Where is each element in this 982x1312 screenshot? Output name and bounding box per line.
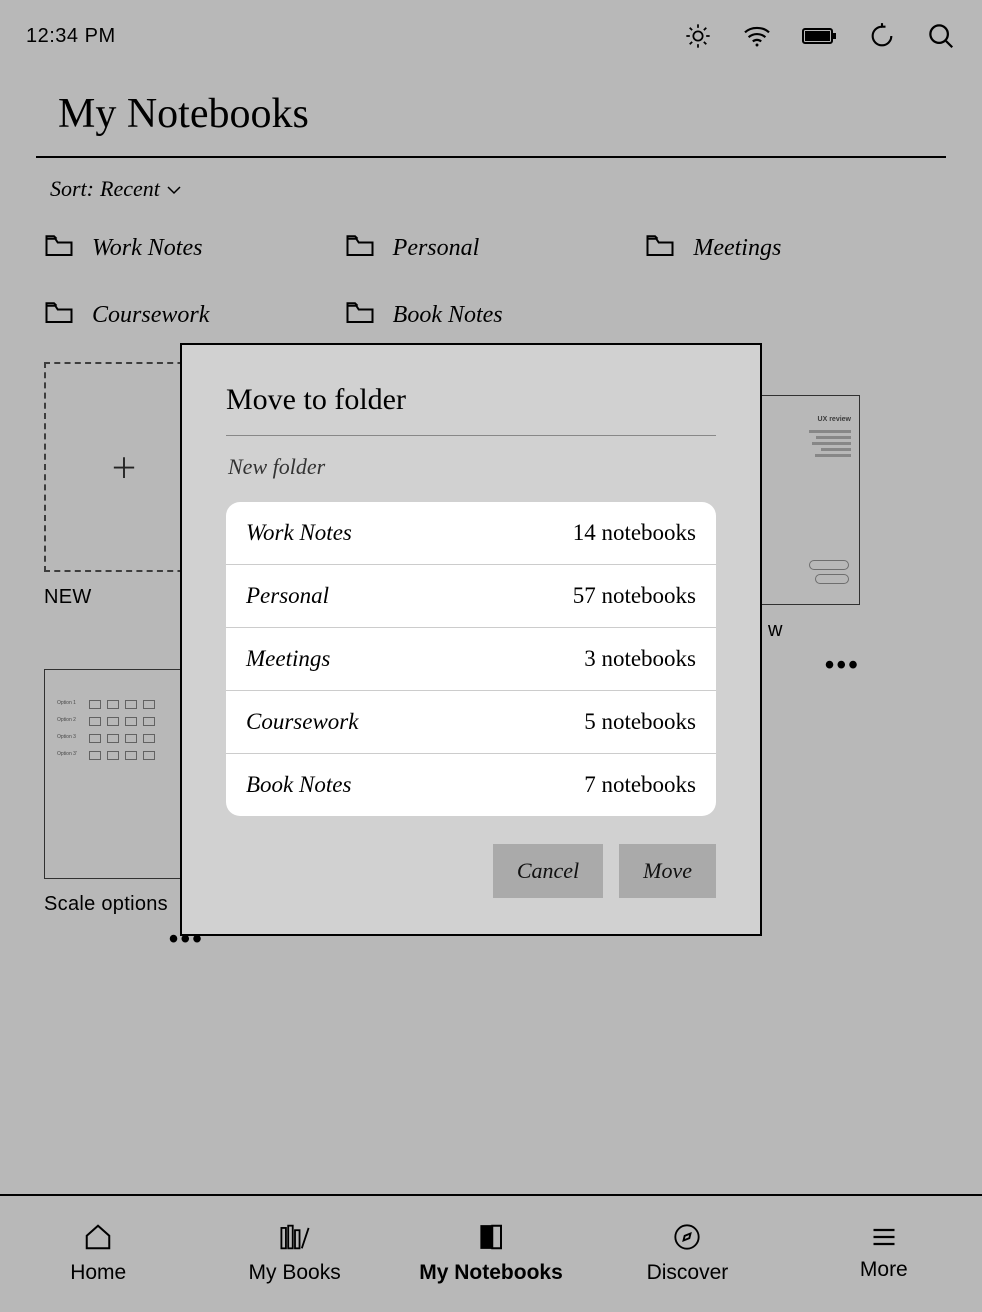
new-folder-button[interactable]: New folder bbox=[226, 454, 716, 480]
folder-option-count: 7 notebooks bbox=[584, 772, 696, 798]
folder-option-work-notes[interactable]: Work Notes 14 notebooks bbox=[226, 502, 716, 564]
folder-option-count: 57 notebooks bbox=[573, 583, 696, 609]
move-to-folder-modal: Move to folder New folder Work Notes 14 … bbox=[180, 343, 762, 936]
folder-option-name: Book Notes bbox=[246, 772, 351, 798]
folder-option-name: Personal bbox=[246, 583, 329, 609]
modal-title: Move to folder bbox=[226, 383, 716, 417]
folder-option-name: Coursework bbox=[246, 709, 358, 735]
folder-option-count: 14 notebooks bbox=[573, 520, 696, 546]
folder-option-count: 3 notebooks bbox=[584, 646, 696, 672]
cancel-button[interactable]: Cancel bbox=[493, 844, 603, 898]
folder-list: Work Notes 14 notebooks Personal 57 note… bbox=[226, 502, 716, 816]
folder-option-coursework[interactable]: Coursework 5 notebooks bbox=[226, 690, 716, 753]
folder-option-meetings[interactable]: Meetings 3 notebooks bbox=[226, 627, 716, 690]
modal-divider bbox=[226, 435, 716, 436]
folder-option-count: 5 notebooks bbox=[584, 709, 696, 735]
folder-option-book-notes[interactable]: Book Notes 7 notebooks bbox=[226, 753, 716, 816]
folder-option-name: Work Notes bbox=[246, 520, 352, 546]
move-button[interactable]: Move bbox=[619, 844, 716, 898]
folder-option-name: Meetings bbox=[246, 646, 330, 672]
folder-option-personal[interactable]: Personal 57 notebooks bbox=[226, 564, 716, 627]
